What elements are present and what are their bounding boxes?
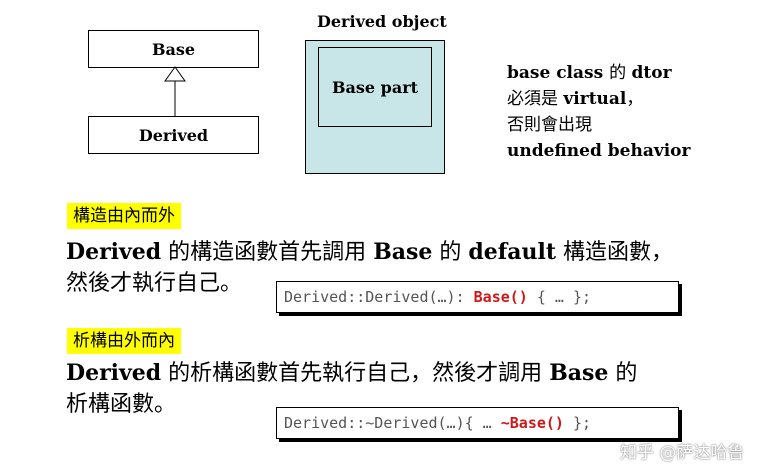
construct-code-base-call: Base() xyxy=(473,288,528,306)
derived-object-title: Derived object xyxy=(317,12,447,31)
construct-code-box: Derived::Derived(…): Base() { … }; xyxy=(276,281,679,313)
watermark: 知乎 @萨达哈鲁 xyxy=(620,443,745,463)
uml-base-label: Base xyxy=(151,39,196,59)
inheritance-arrow xyxy=(164,66,186,116)
base-part-label: Base part xyxy=(331,77,419,97)
note-line-1: base class 的 dtor xyxy=(507,63,672,83)
dtor-note: base class 的 dtor 必須是 virtual， 否則會出現 und… xyxy=(507,60,690,164)
destruct-code-box: Derived::~Derived(…){ … ~Base() }; xyxy=(276,407,679,439)
destruct-code-prefix: Derived::~Derived(…){ … xyxy=(284,414,501,432)
uml-derived-class: Derived xyxy=(88,116,259,154)
construct-tag: 構造由內而外 xyxy=(67,203,181,229)
destruct-paragraph-line2: 析構函數。 xyxy=(66,392,177,417)
construct-code-prefix: Derived::Derived(…): xyxy=(284,288,474,306)
base-part-box: Base part xyxy=(318,47,432,127)
uml-derived-label: Derived xyxy=(138,125,209,145)
destruct-paragraph-line1: Derived 的析構函數首先執行自己，然後才調用 Base 的 xyxy=(66,360,638,386)
note-line-2: 必須是 virtual， xyxy=(507,89,644,109)
construct-code-suffix: { … }; xyxy=(527,288,592,306)
note-line-3: 否則會出現 xyxy=(507,115,592,135)
construct-paragraph-line1: Derived 的構造函數首先調用 Base 的 default 構造函數， xyxy=(66,239,674,265)
destruct-tag: 析構由外而內 xyxy=(67,328,181,354)
destruct-code-suffix: }; xyxy=(563,414,592,432)
uml-base-class: Base xyxy=(88,30,259,68)
destruct-code-base-dtor: ~Base() xyxy=(500,414,564,432)
note-line-4: undefined behavior xyxy=(507,141,691,161)
derived-object-box: Base part xyxy=(305,40,445,174)
construct-paragraph-line2: 然後才執行自己。 xyxy=(66,271,243,296)
